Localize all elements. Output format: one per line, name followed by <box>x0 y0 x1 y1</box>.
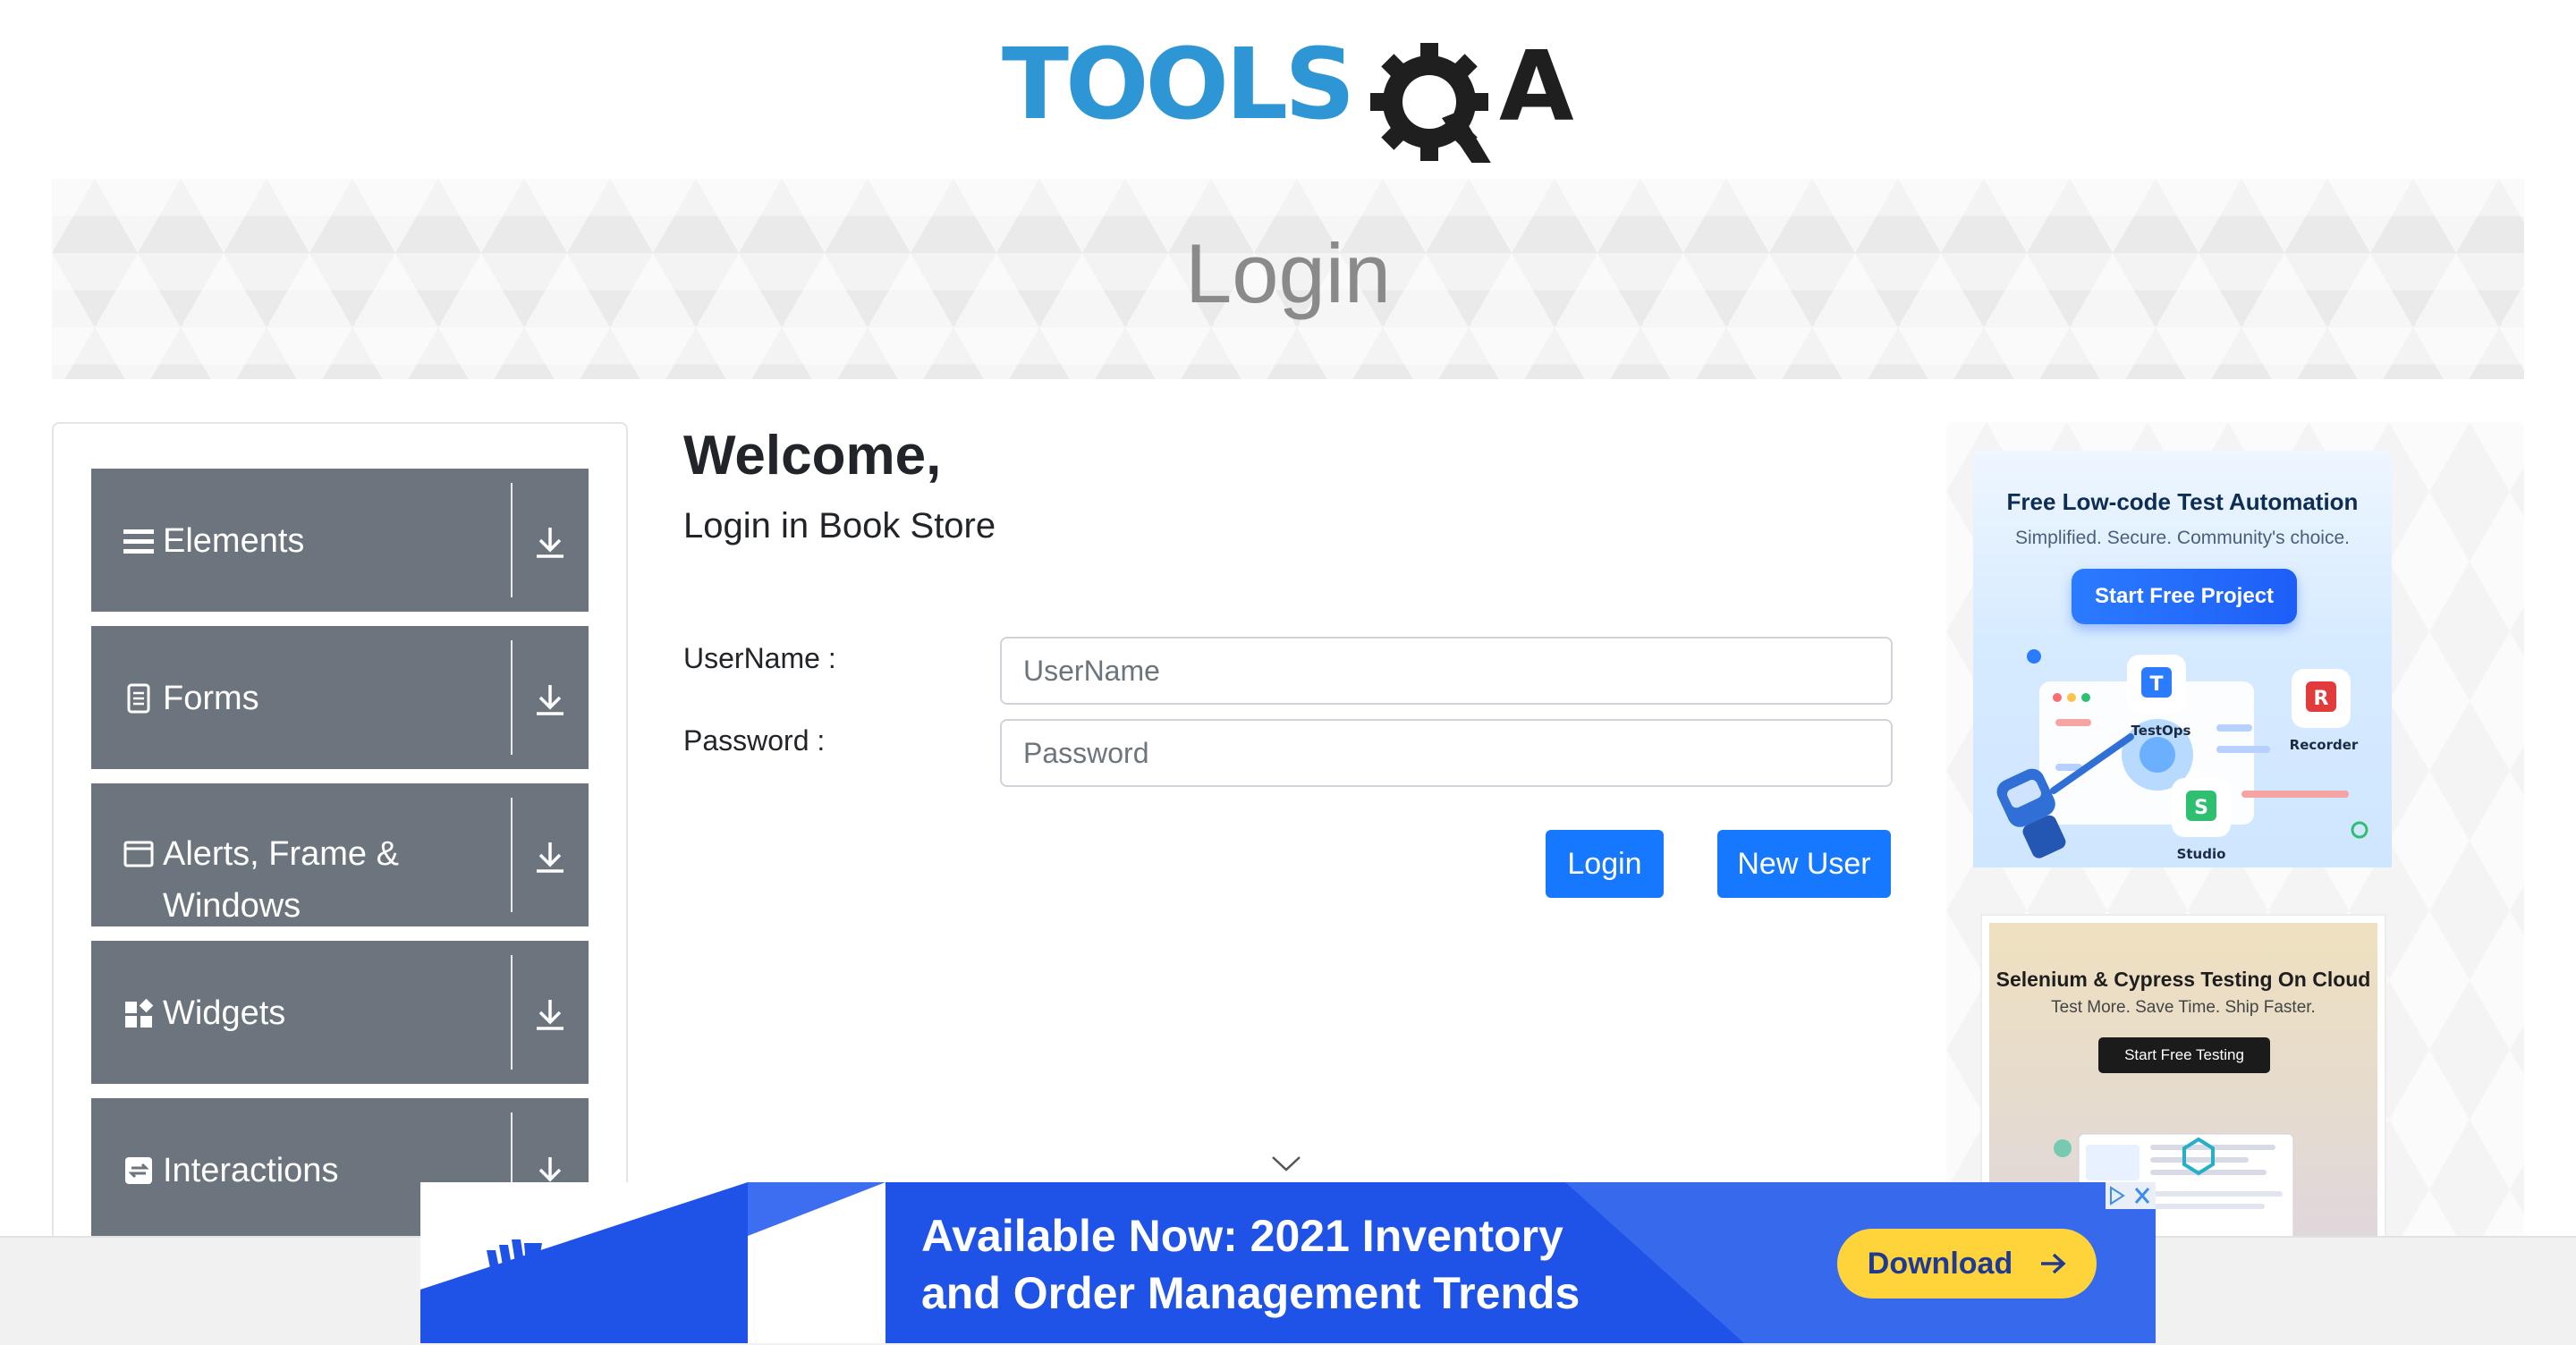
download-button-label: Download <box>1867 1246 2013 1281</box>
cin7-logo: CIN7 <box>487 1239 666 1290</box>
ad-headline-line2: and Order Management Trends <box>921 1268 1580 1318</box>
svg-text:T: T <box>2149 673 2163 696</box>
svg-text:TOOLS: TOOLS <box>1002 27 1352 141</box>
login-subheading: Login in Book Store <box>683 506 996 546</box>
start-free-testing-button[interactable]: Start Free Testing <box>2098 1037 2270 1073</box>
interactions-icon <box>125 1157 152 1184</box>
sidebar-divider <box>511 798 513 912</box>
username-label: UserName : <box>683 642 836 674</box>
arrow-right-icon <box>2041 1253 2066 1274</box>
close-icon[interactable] <box>2106 1182 2156 1209</box>
password-input[interactable] <box>1000 719 1893 787</box>
chevron-down-icon[interactable] <box>1270 1154 1302 1173</box>
sidebar-divider <box>511 483 513 597</box>
svg-text:A: A <box>1499 31 1574 143</box>
cin7-bottom-ad[interactable]: CIN7 Available Now: 2021 Inventory and O… <box>420 1182 2156 1343</box>
sidebar-group-elements[interactable]: Elements <box>91 469 589 612</box>
new-user-button[interactable]: New User <box>1717 830 1891 898</box>
welcome-heading: Welcome, <box>683 425 942 486</box>
download-arrow-icon[interactable] <box>533 681 567 717</box>
hamburger-icon <box>123 529 154 554</box>
download-arrow-icon[interactable] <box>533 839 567 875</box>
sidebar-group-widgets[interactable]: Widgets <box>91 941 589 1084</box>
sidebar-group-label: Alerts, Frame & Windows <box>163 835 399 925</box>
ad-illustration: T TestOps R Recorder S Studio <box>1996 649 2368 862</box>
page-banner: Login <box>52 179 2524 379</box>
download-arrow-icon[interactable] <box>533 524 567 560</box>
sidebar-group-alerts-frame-windows[interactable]: Alerts, Frame & Windows <box>91 783 589 926</box>
widgets-icon <box>125 998 154 1028</box>
toolsqa-logo-graphic: TOOLS A <box>1002 27 1574 172</box>
document-icon <box>127 683 150 714</box>
ad-subtitle: Test More. Save Time. Ship Faster. <box>2051 998 2316 1017</box>
recorder-label: Recorder <box>2290 737 2359 753</box>
username-input[interactable] <box>1000 637 1893 705</box>
sidebar-group-label: Forms <box>163 680 259 717</box>
ad-title: Selenium & Cypress Testing On Cloud <box>1996 968 2371 991</box>
page-title: Login <box>1185 226 1391 320</box>
ad-subtitle: Simplified. Secure. Community's choice. <box>2015 528 2350 548</box>
ad-choices-close[interactable] <box>2106 1182 2156 1209</box>
testops-label: TestOps <box>2131 723 2191 739</box>
start-free-project-button[interactable]: Start Free Project <box>2072 569 2297 624</box>
login-button[interactable]: Login <box>1546 830 1664 898</box>
download-arrow-icon[interactable] <box>533 996 567 1032</box>
sidebar-group-forms[interactable]: Forms <box>91 626 589 769</box>
ad-headline: Available Now: 2021 Inventory and Order … <box>921 1207 1726 1322</box>
katalon-ad[interactable]: Free Low-code Test Automation Simplified… <box>1973 451 2392 867</box>
sidebar-divider <box>511 955 513 1070</box>
sidebar-group-label: Elements <box>163 522 305 560</box>
sidebar-divider <box>511 640 513 755</box>
ad-title: Free Low-code Test Automation <box>2006 488 2359 515</box>
window-icon <box>123 841 154 867</box>
cin7-brand-text: CIN7 <box>558 1242 666 1290</box>
studio-label: Studio <box>2177 846 2226 862</box>
toolsqa-logo[interactable]: TOOLS A <box>1000 20 1590 172</box>
svg-text:R: R <box>2314 688 2329 710</box>
svg-text:S: S <box>2194 797 2208 819</box>
download-button[interactable]: Download <box>1837 1229 2097 1298</box>
password-label: Password : <box>683 724 826 757</box>
sidebar-group-label: Widgets <box>163 994 286 1032</box>
ad-headline-line1: Available Now: 2021 Inventory <box>921 1211 1563 1261</box>
